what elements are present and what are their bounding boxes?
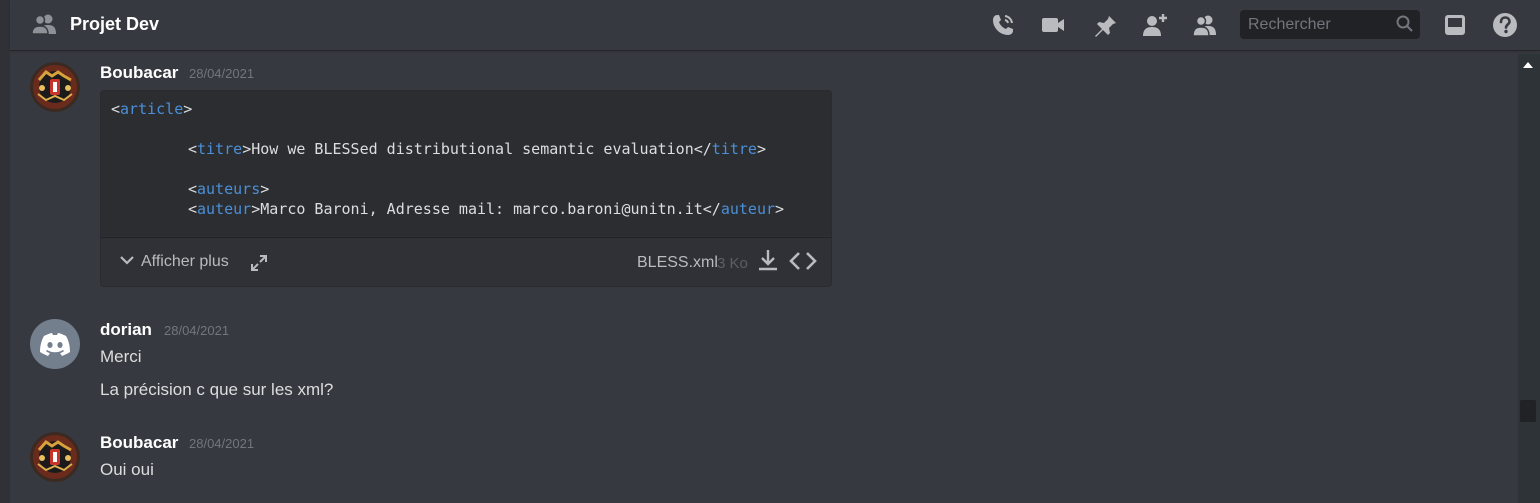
- code-line: <auteurs>: [188, 180, 270, 198]
- chevron-down-icon: [120, 256, 134, 265]
- add-member-icon[interactable]: [1142, 12, 1168, 38]
- avatar[interactable]: [30, 319, 80, 369]
- message-text: La précision c que sur les xml?: [100, 380, 334, 399]
- message-author[interactable]: Boubacar: [100, 62, 178, 84]
- code-preview: <article> <titre>How we BLESSed distribu…: [101, 91, 831, 236]
- message-timestamp: 28/04/2021: [189, 436, 255, 451]
- scrollbar-thumb[interactable]: [1520, 400, 1536, 422]
- group-dm-icon: [31, 14, 56, 35]
- show-more-button[interactable]: Afficher plus: [119, 252, 229, 272]
- chat-window: Projet Dev Rechercher Boubacar 28/04/202…: [0, 0, 1540, 503]
- message-timestamp: 28/04/2021: [164, 323, 230, 338]
- show-more-label: Afficher plus: [141, 253, 229, 270]
- expand-icon[interactable]: [249, 253, 269, 273]
- pin-icon[interactable]: [1092, 12, 1118, 38]
- code-line: <article>: [111, 100, 193, 118]
- message-author[interactable]: dorian: [100, 319, 152, 341]
- download-icon[interactable]: [757, 248, 779, 274]
- search-icon: [1396, 15, 1413, 32]
- message-timestamp: 28/04/2021: [189, 66, 255, 81]
- attachment-footer: Afficher plus BLESS.xml 3 Ko: [101, 237, 831, 286]
- message-text: Merci: [100, 347, 142, 366]
- scroll-up-arrow-icon[interactable]: [1520, 58, 1536, 72]
- attachment-filename[interactable]: BLESS.xml: [637, 253, 718, 273]
- sidebar-edge: [0, 0, 10, 503]
- inbox-icon[interactable]: [1442, 12, 1468, 38]
- avatar[interactable]: [30, 62, 80, 112]
- message-text: Oui oui: [100, 460, 154, 479]
- avatar-image: [30, 432, 80, 482]
- video-icon[interactable]: [1040, 12, 1066, 38]
- code-line: <auteur>Marco Baroni, Adresse mail: marc…: [188, 200, 785, 218]
- channel-title: Projet Dev: [70, 14, 160, 34]
- search-box[interactable]: [1240, 10, 1420, 39]
- search-input[interactable]: [1240, 10, 1380, 39]
- discord-logo-icon: [40, 333, 70, 356]
- channel-header: Projet Dev: [10, 0, 1540, 50]
- scrollbar-track[interactable]: [1518, 54, 1540, 503]
- message-author[interactable]: Boubacar: [100, 432, 178, 454]
- help-icon[interactable]: [1492, 12, 1518, 38]
- avatar-image: [30, 62, 80, 112]
- code-attachment: <article> <titre>How we BLESSed distribu…: [100, 90, 832, 287]
- phone-call-icon[interactable]: [990, 12, 1016, 38]
- attachment-filesize: 3 Ko: [717, 255, 748, 272]
- avatar[interactable]: [30, 432, 80, 482]
- code-line: <titre>How we BLESSed distributional sem…: [188, 140, 766, 158]
- members-icon[interactable]: [1192, 12, 1218, 38]
- view-code-icon[interactable]: [789, 250, 817, 272]
